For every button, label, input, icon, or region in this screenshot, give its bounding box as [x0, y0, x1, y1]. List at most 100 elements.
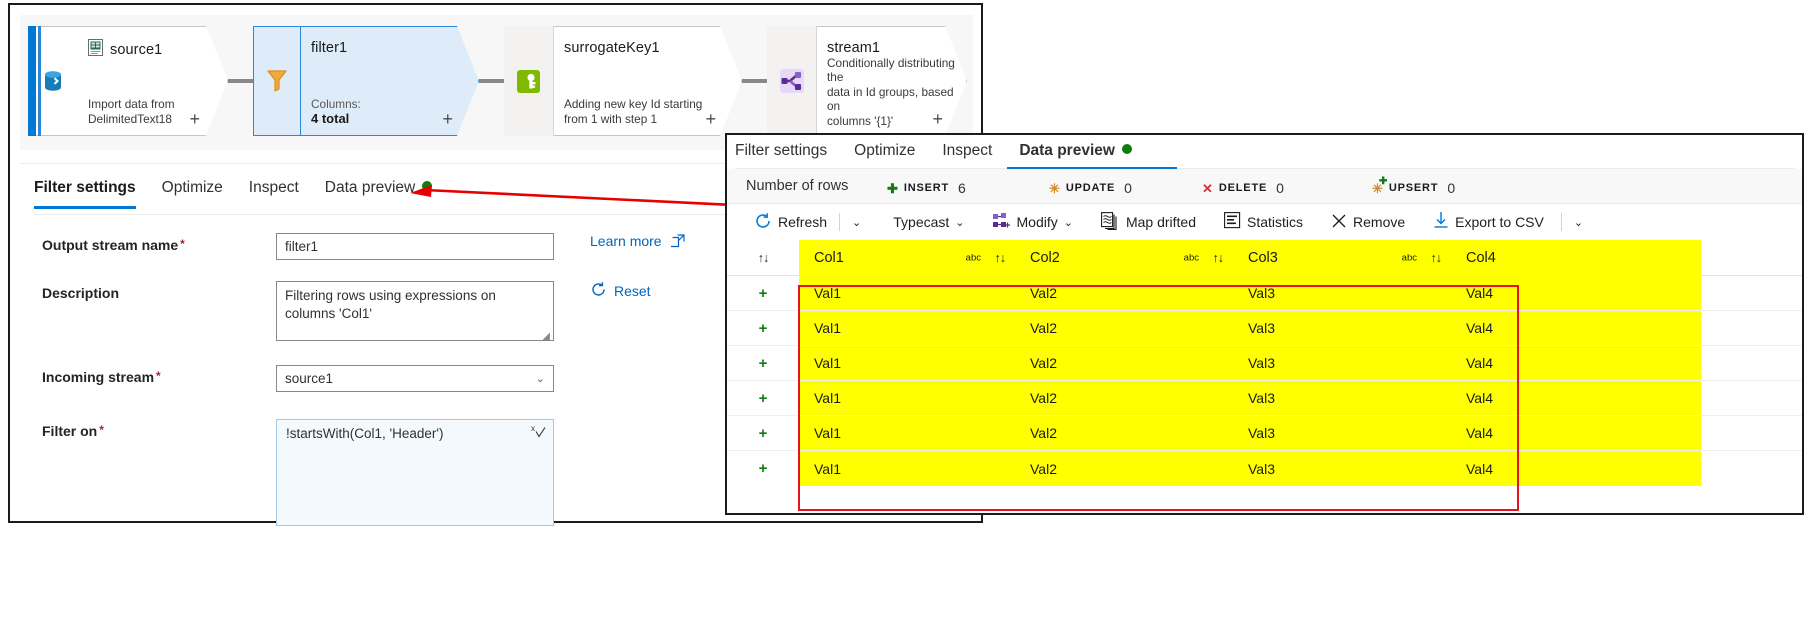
flow-connector-3 [742, 79, 770, 83]
cell-col3[interactable]: Val3 [1233, 451, 1451, 486]
node-title: source1 [110, 42, 163, 58]
field-label: Filter on * [42, 423, 104, 439]
grid-header-row: ↑↓ Col1 abc ↑↓ Col2 abc ↑↓ Col3 abc ↑↓ C… [727, 240, 1802, 276]
expression-editor-icon[interactable]: x [531, 424, 546, 442]
table-row[interactable]: + Val1 Val2 Val3 Val4 [727, 276, 1802, 311]
button-label: Modify [1016, 214, 1058, 230]
description-textarea[interactable] [276, 281, 554, 341]
grid-gutter-header[interactable]: ↑↓ [727, 240, 799, 275]
cell-col4[interactable]: Val4 [1451, 451, 1701, 486]
grid-column-header-col2[interactable]: Col2 abc ↑↓ [1015, 240, 1233, 275]
cell-col4[interactable]: Val4 [1451, 311, 1701, 345]
cell-col1[interactable]: Val1 [799, 276, 1015, 310]
cell-col3[interactable]: Val3 [1233, 276, 1451, 310]
stat-key: DELETE [1218, 182, 1268, 194]
flow-node-surrogatekey1[interactable]: surrogateKey1 Adding new key Id starting… [504, 26, 742, 136]
settings-tab-bar: Filter settings Optimize Inspect Data pr… [34, 179, 433, 213]
cell-col2[interactable]: Val2 [1015, 276, 1233, 310]
grid-column-header-col3[interactable]: Col3 abc ↑↓ [1233, 240, 1451, 275]
row-count-label: Number of rows [746, 178, 849, 194]
flow-node-filter1[interactable]: filter1 Columns: 4 total + [253, 26, 479, 136]
map-drifted-button[interactable]: Map drifted [1092, 208, 1205, 237]
cell-col4[interactable]: Val4 [1451, 276, 1701, 310]
required-marker: * [156, 369, 161, 383]
cell-col4[interactable]: Val4 [1451, 346, 1701, 380]
tab-filter-settings[interactable]: Filter settings [735, 142, 827, 169]
sort-updown-icon[interactable]: ↑↓ [1431, 251, 1442, 265]
flow-connector-2 [479, 79, 507, 83]
cell-col2[interactable]: Val2 [1015, 381, 1233, 415]
remove-button[interactable]: Remove [1322, 209, 1414, 236]
filter-on-expression-input[interactable]: !startsWith(Col1, 'Header') x [276, 419, 554, 526]
data-flow-canvas[interactable]: source1 Import data from DelimitedText18… [20, 15, 973, 150]
data-preview-grid[interactable]: ↑↓ Col1 abc ↑↓ Col2 abc ↑↓ Col3 abc ↑↓ C… [727, 240, 1802, 513]
grid-column-header-col1[interactable]: Col1 abc ↑↓ [799, 240, 1015, 275]
tab-inspect[interactable]: Inspect [249, 179, 299, 206]
stat-value: 0 [1124, 180, 1132, 196]
sort-updown-icon[interactable]: ↑↓ [758, 251, 769, 265]
cell-col1[interactable]: Val1 [799, 451, 1015, 486]
table-row[interactable]: + Val1 Val2 Val3 Val4 [727, 311, 1802, 346]
grid-column-header-col4[interactable]: Col4 [1451, 240, 1701, 275]
textarea-resize-grip[interactable]: ◢ [542, 332, 550, 342]
sort-updown-icon[interactable]: ↑↓ [1213, 251, 1224, 265]
sort-updown-icon[interactable]: ↑↓ [995, 251, 1006, 265]
row-marker-cell: + [727, 311, 799, 345]
status-dot-icon [422, 181, 433, 191]
node-title: surrogateKey1 [564, 40, 660, 56]
filter-funnel-icon [253, 26, 301, 136]
cell-col1[interactable]: Val1 [799, 346, 1015, 380]
cell-col2[interactable]: Val2 [1015, 416, 1233, 450]
cell-col2[interactable]: Val2 [1015, 451, 1233, 486]
insert-plus-icon: + [758, 284, 768, 302]
typecast-button[interactable]: Typecast ⌄ [884, 210, 973, 234]
tab-inspect[interactable]: Inspect [942, 142, 992, 169]
cell-col3[interactable]: Val3 [1233, 416, 1451, 450]
modify-button[interactable]: Modify ⌄ [984, 209, 1082, 236]
statistics-button[interactable]: Statistics [1215, 208, 1312, 236]
refresh-options-button[interactable]: ⌄ [843, 212, 870, 233]
tab-label: Filter settings [34, 179, 136, 196]
add-next-step-button[interactable]: + [705, 110, 716, 128]
tab-data-preview[interactable]: Data preview [1019, 142, 1132, 169]
refresh-button[interactable]: Refresh [745, 208, 836, 237]
button-label: Typecast [893, 214, 950, 230]
cell-col3[interactable]: Val3 [1233, 311, 1451, 345]
export-to-csv-button[interactable]: Export to CSV [1424, 208, 1553, 236]
tab-label: Inspect [942, 142, 993, 159]
table-row[interactable]: + Val1 Val2 Val3 Val4 [727, 346, 1802, 381]
cell-col1[interactable]: Val1 [799, 311, 1015, 345]
incoming-stream-value: source1 [285, 371, 334, 386]
cell-col4[interactable]: Val4 [1451, 381, 1701, 415]
table-row[interactable]: + Val1 Val2 Val3 Val4 [727, 381, 1802, 416]
cell-col4[interactable]: Val4 [1451, 416, 1701, 450]
button-label: Remove [1353, 214, 1406, 230]
flow-node-stream1[interactable]: stream1 Conditionally distributing the d… [767, 26, 967, 136]
table-row[interactable]: + Val1 Val2 Val3 Val4 [727, 416, 1802, 451]
incoming-stream-select[interactable]: source1 ⌄ [276, 365, 554, 392]
cell-col2[interactable]: Val2 [1015, 311, 1233, 345]
button-label: Statistics [1247, 214, 1304, 230]
screenshot-stage: source1 Import data from DelimitedText18… [0, 0, 1804, 625]
add-next-step-button[interactable]: + [932, 110, 943, 128]
table-row[interactable]: + Val1 Val2 Val3 Val4 [727, 451, 1802, 486]
tab-optimize[interactable]: Optimize [854, 142, 915, 169]
tab-optimize[interactable]: Optimize [162, 179, 223, 206]
flow-node-source1[interactable]: source1 Import data from DelimitedText18… [28, 26, 228, 136]
cell-col1[interactable]: Val1 [799, 416, 1015, 450]
column-type-abc-icon: abc [1183, 252, 1199, 263]
output-stream-name-input[interactable] [276, 233, 554, 260]
cell-col1[interactable]: Val1 [799, 381, 1015, 415]
cell-col3[interactable]: Val3 [1233, 381, 1451, 415]
tab-filter-settings[interactable]: Filter settings [34, 179, 136, 209]
add-next-step-button[interactable]: + [189, 110, 200, 128]
toolbar-overflow-button[interactable]: ⌄ [1565, 212, 1592, 233]
field-control: source1 ⌄ [276, 365, 554, 392]
csv-file-icon [88, 39, 103, 61]
cell-col2[interactable]: Val2 [1015, 346, 1233, 380]
tab-data-preview[interactable]: Data preview [324, 179, 433, 206]
cell-col3[interactable]: Val3 [1233, 346, 1451, 380]
add-next-step-button[interactable]: + [442, 110, 453, 128]
insert-plus-icon: + [758, 319, 768, 337]
tab-label: Data preview [324, 179, 416, 196]
